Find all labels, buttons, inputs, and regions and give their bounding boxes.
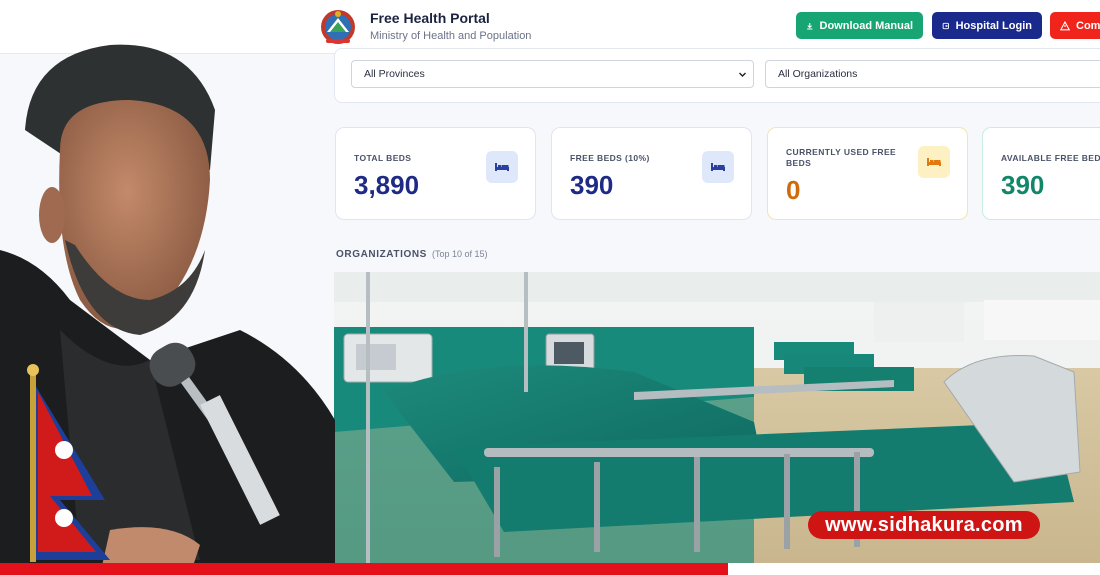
- bed-icon: [702, 151, 734, 183]
- footer-white-bar: [728, 563, 1100, 575]
- hospital-login-label: Hospital Login: [955, 19, 1032, 32]
- organizations-heading: ORGANIZATIONS (Top 10 of 15): [336, 249, 488, 260]
- brand-red-bar: [0, 563, 728, 575]
- province-select-value: All Provinces: [364, 68, 425, 80]
- organization-select-value: All Organizations: [778, 68, 858, 80]
- hospital-login-button[interactable]: Hospital Login: [932, 12, 1042, 39]
- warning-icon: [1060, 20, 1070, 30]
- download-manual-label: Download Manual: [819, 19, 914, 32]
- complaint-label: Com: [1076, 19, 1100, 32]
- stat-label: CURRENTLY USED FREE BEDS: [786, 147, 897, 168]
- stat-card-available-free-beds: AVAILABLE FREE BEDS 390: [982, 127, 1100, 220]
- watermark-badge: www.sidhakura.com: [808, 511, 1040, 539]
- complaint-button[interactable]: Com: [1050, 12, 1100, 39]
- province-select[interactable]: All Provinces: [351, 60, 754, 88]
- chevron-down-icon: [739, 72, 746, 77]
- portal-title: Free Health Portal: [370, 10, 490, 26]
- login-icon: [942, 22, 949, 29]
- page: Free Health Portal Ministry of Health an…: [0, 0, 1100, 575]
- bed-icon: [486, 151, 518, 183]
- organizations-count: (Top 10 of 15): [431, 249, 488, 259]
- stat-value: 390: [1001, 170, 1045, 200]
- stat-label: FREE BEDS (10%): [570, 153, 650, 163]
- bed-icon: [918, 146, 950, 178]
- organizations-title: ORGANIZATIONS: [336, 249, 427, 260]
- stat-card-total-beds: TOTAL BEDS 3,890: [335, 127, 536, 220]
- minister-portrait-image: [0, 44, 335, 575]
- stat-card-used-free-beds: CURRENTLY USED FREE BEDS 0: [767, 127, 968, 220]
- stat-card-free-beds: FREE BEDS (10%) 390: [551, 127, 752, 220]
- stat-value: 3,890: [354, 170, 420, 200]
- filter-panel: All Provinces All Organizations: [334, 48, 1100, 103]
- download-manual-button[interactable]: Download Manual: [796, 12, 923, 39]
- download-icon: [807, 22, 813, 30]
- organization-select[interactable]: All Organizations: [765, 60, 1100, 88]
- stat-label: AVAILABLE FREE BEDS: [1001, 153, 1100, 163]
- portal-subtitle: Ministry of Health and Population: [370, 30, 532, 42]
- stat-value: 0: [786, 175, 801, 205]
- stat-value: 390: [570, 170, 614, 200]
- stat-label: TOTAL BEDS: [354, 153, 412, 163]
